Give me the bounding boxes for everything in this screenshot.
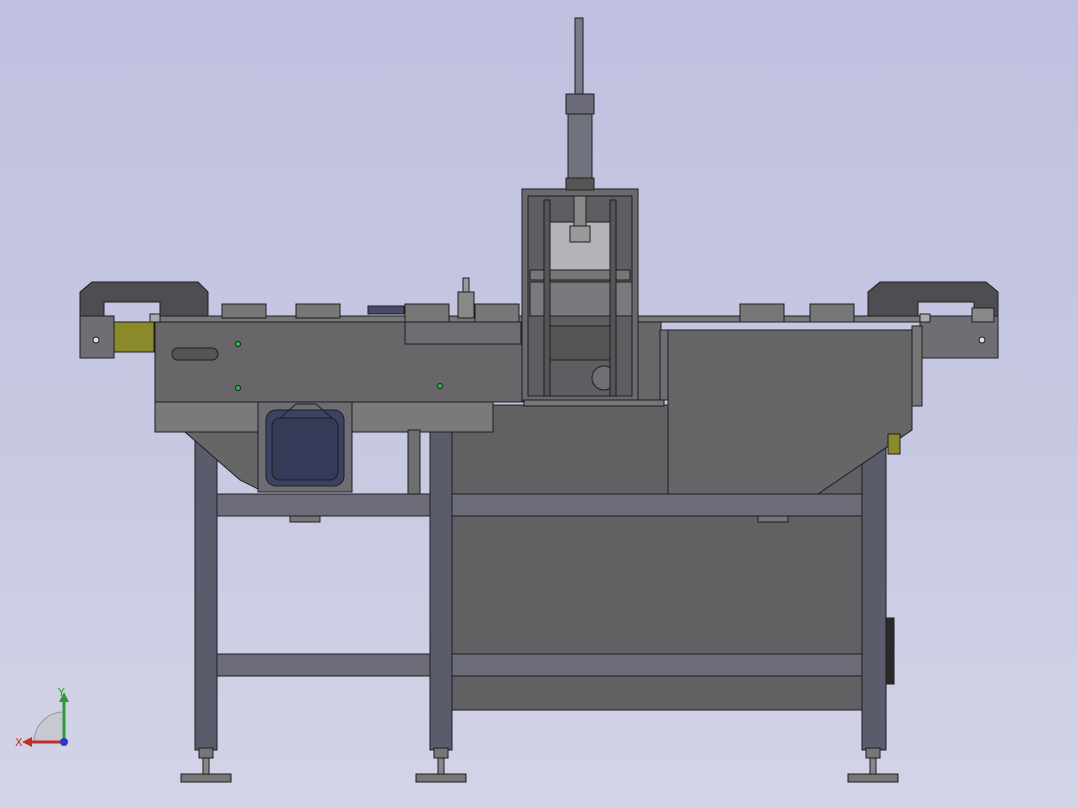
leveling-foot-left xyxy=(180,747,232,783)
triad-arc xyxy=(33,711,65,743)
leveling-foot-right xyxy=(847,747,899,783)
machine-assembly-model[interactable] xyxy=(0,0,1078,808)
z-axis-dot xyxy=(60,738,68,746)
orientation-triad: Y X xyxy=(15,686,69,749)
leg-right xyxy=(861,439,887,751)
lower-cross-beam xyxy=(215,653,863,677)
leveling-foot-middle xyxy=(415,747,467,783)
drive-motor xyxy=(257,401,353,493)
graphics-viewport[interactable]: Y X xyxy=(0,0,1078,808)
x-axis-label: X xyxy=(15,736,23,749)
leg-middle xyxy=(429,401,453,751)
y-axis-label: Y xyxy=(57,686,65,699)
upper-cross-beam xyxy=(215,493,863,517)
